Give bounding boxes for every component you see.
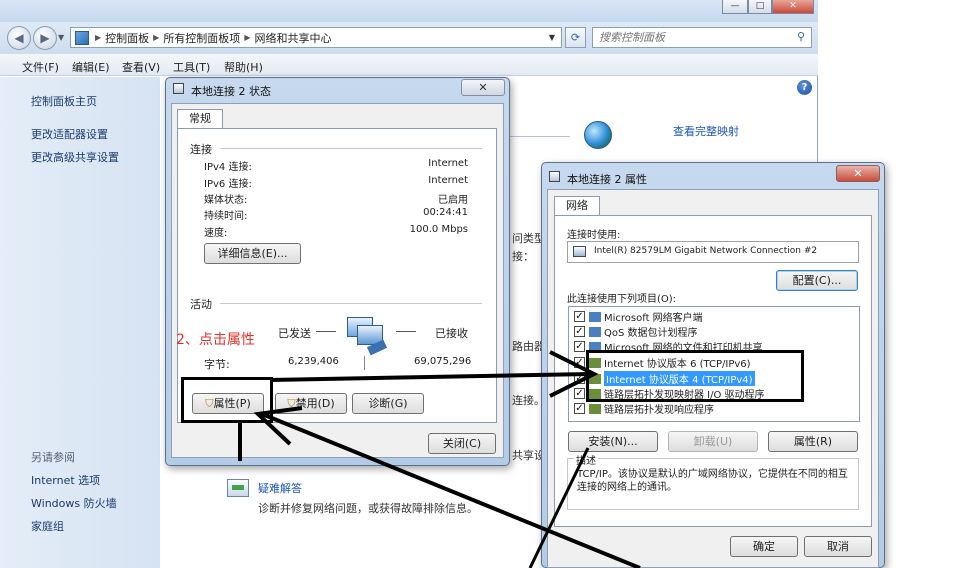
arrow-to-ipv4: [269, 372, 591, 382]
annotation-arrows: [253, 350, 641, 568]
annotation-line-lower: [528, 447, 590, 568]
arrow-to-status-properties: [261, 412, 641, 568]
